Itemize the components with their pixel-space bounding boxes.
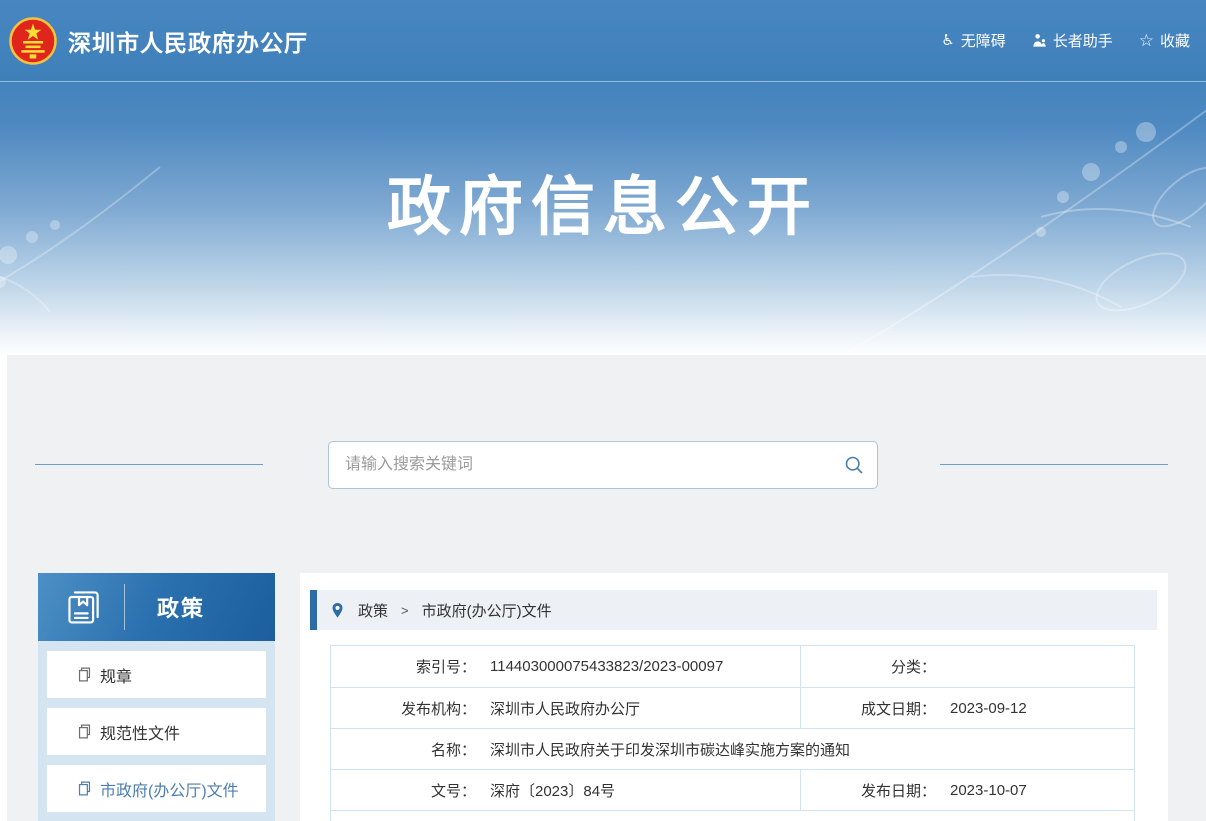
name-label: 名称：	[331, 739, 476, 760]
accessibility-label: 无障碍	[961, 30, 1006, 51]
sidebar-items: 规章 规范性文件 市政府(办公厅)文件	[38, 641, 275, 821]
favorite-label: 收藏	[1160, 30, 1190, 51]
table-cell-doc-number: 文号： 深府〔2023〕84号	[331, 770, 800, 810]
page-title: 政府信息公开	[0, 156, 1206, 248]
page: 深圳市人民政府办公厅 ♿ 无障碍 长者助手 ☆ 收藏	[0, 0, 1206, 821]
document-icon	[77, 781, 92, 796]
national-emblem-icon	[8, 16, 58, 66]
publisher-value: 深圳市人民政府办公厅	[490, 698, 640, 719]
sidebar-item-label: 规范性文件	[100, 720, 180, 744]
search-divider-right	[940, 464, 1168, 465]
breadcrumb: 政策 > 市政府(办公厅)文件	[310, 590, 1157, 630]
favorite-link[interactable]: ☆ 收藏	[1139, 30, 1190, 51]
sidebar: 政策 规章 规范性文件	[38, 573, 275, 821]
table-row: 索引号： 114403000075433823/2023-00097 分类：	[331, 646, 1134, 687]
star-icon: ☆	[1139, 32, 1154, 49]
sidebar-item-label: 市政府(办公厅)文件	[100, 777, 239, 801]
table-row: 文号： 深府〔2023〕84号 发布日期： 2023-10-07	[331, 769, 1134, 810]
sidebar-item-municipal-documents[interactable]: 市政府(办公厅)文件	[47, 765, 266, 812]
sidebar-item-label: 规章	[100, 663, 132, 687]
location-pin-icon	[330, 602, 345, 619]
document-icon	[77, 667, 92, 682]
breadcrumb-link-policy[interactable]: 政策	[358, 600, 388, 621]
search-input[interactable]	[329, 442, 831, 488]
written-date-value: 2023-09-12	[950, 700, 1027, 717]
book-icon	[64, 587, 104, 627]
accessibility-link[interactable]: ♿ 无障碍	[941, 30, 1005, 51]
sidebar-title: 政策	[157, 591, 205, 623]
table-cell-written-date: 成文日期： 2023-09-12	[800, 688, 1134, 728]
table-cell-category: 分类：	[800, 646, 1134, 687]
table-cell-publish-date: 发布日期： 2023-10-07	[800, 770, 1134, 810]
breadcrumb-accent-bar	[310, 590, 317, 630]
header-links: ♿ 无障碍 长者助手 ☆ 收藏	[941, 30, 1190, 51]
search-box	[328, 441, 878, 489]
sidebar-item-normative-documents[interactable]: 规范性文件	[47, 708, 266, 755]
breadcrumb-link-municipal-documents[interactable]: 市政府(办公厅)文件	[422, 600, 552, 621]
main-panel: 政策 > 市政府(办公厅)文件 索引号： 114403000075433823/…	[300, 573, 1168, 821]
search-icon	[844, 455, 864, 475]
index-value: 114403000075433823/2023-00097	[490, 658, 723, 675]
search-divider-left	[35, 464, 263, 465]
breadcrumb-separator: >	[401, 603, 409, 618]
name-value: 深圳市人民政府关于印发深圳市碳达峰实施方案的通知	[490, 739, 850, 760]
table-row: 发布机构： 深圳市人民政府办公厅 成文日期： 2023-09-12	[331, 687, 1134, 728]
table-cell-index: 索引号： 114403000075433823/2023-00097	[331, 646, 800, 687]
sidebar-item-regulations[interactable]: 规章	[47, 651, 266, 698]
table-row-partial	[331, 810, 1134, 821]
top-header: 深圳市人民政府办公厅 ♿ 无障碍 长者助手 ☆ 收藏	[0, 0, 1206, 82]
document-info-table: 索引号： 114403000075433823/2023-00097 分类： 发…	[330, 645, 1135, 821]
table-cell-name: 名称： 深圳市人民政府关于印发深圳市碳达峰实施方案的通知	[331, 729, 1134, 769]
doc-number-label: 文号：	[331, 780, 476, 801]
banner: 政府信息公开	[0, 82, 1206, 355]
table-row: 名称： 深圳市人民政府关于印发深圳市碳达峰实施方案的通知	[331, 728, 1134, 769]
table-cell-publisher: 发布机构： 深圳市人民政府办公厅	[331, 688, 800, 728]
site-title: 深圳市人民政府办公厅	[68, 24, 308, 58]
document-icon	[77, 724, 92, 739]
publish-date-value: 2023-10-07	[950, 782, 1027, 799]
written-date-label: 成文日期：	[801, 698, 936, 719]
index-label: 索引号：	[331, 656, 476, 677]
doc-number-value: 深府〔2023〕84号	[490, 780, 615, 801]
sidebar-header-divider	[124, 584, 125, 630]
sidebar-header-policy[interactable]: 政策	[38, 573, 275, 641]
publisher-label: 发布机构：	[331, 698, 476, 719]
elder-assist-icon	[1032, 33, 1047, 48]
search-button[interactable]	[831, 442, 877, 488]
category-label: 分类：	[801, 656, 936, 677]
site-brand[interactable]: 深圳市人民政府办公厅	[8, 16, 308, 66]
elder-assist-link[interactable]: 长者助手	[1032, 30, 1113, 51]
elder-assist-label: 长者助手	[1053, 30, 1113, 51]
accessibility-icon: ♿	[941, 33, 954, 48]
publish-date-label: 发布日期：	[801, 780, 936, 801]
